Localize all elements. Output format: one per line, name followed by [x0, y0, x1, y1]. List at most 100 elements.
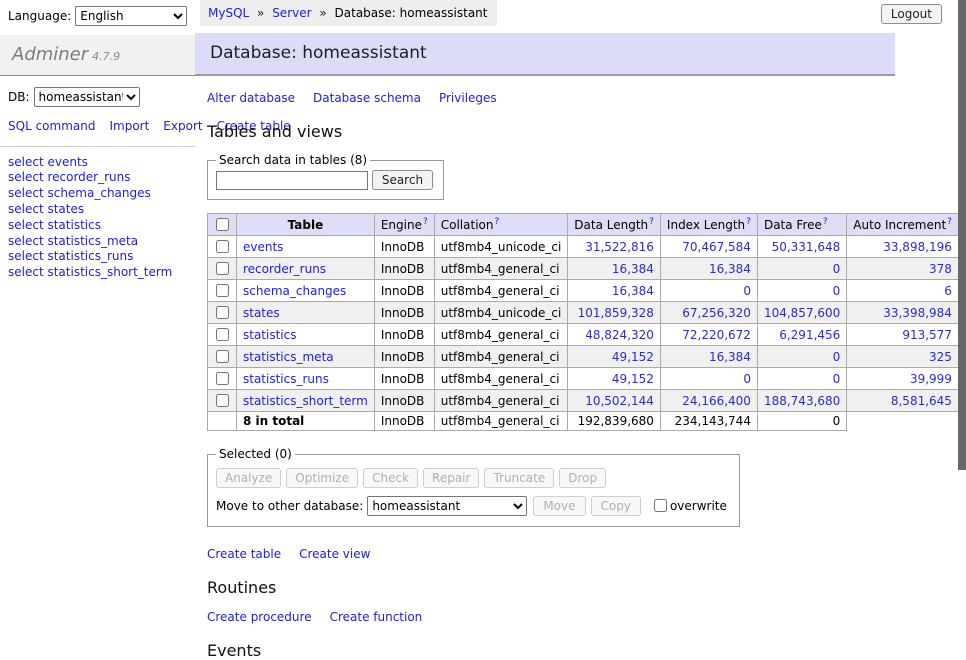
index-length-value[interactable]: 67,256,320: [682, 306, 751, 320]
breadcrumb-link-mysql[interactable]: MySQL: [208, 6, 249, 20]
engine-cell: InnoDB: [374, 302, 434, 324]
data-free-value[interactable]: 0: [833, 350, 841, 364]
auto-increment-value[interactable]: 6: [944, 284, 952, 298]
column-help-link[interactable]: ?: [649, 217, 654, 227]
row-checkbox[interactable]: [216, 240, 229, 253]
analyze-button[interactable]: Analyze: [216, 468, 281, 488]
sidebar-action-sql-command[interactable]: SQL command: [8, 119, 95, 133]
sidebar-link-select-recorder-runs[interactable]: select recorder_runs: [8, 170, 131, 184]
row-checkbox-cell: [208, 346, 237, 368]
row-checkbox[interactable]: [216, 262, 229, 275]
sidebar-link-select-statistics-meta[interactable]: select statistics_meta: [8, 234, 138, 248]
data-free-value[interactable]: 6,291,456: [779, 328, 840, 342]
truncate-button[interactable]: Truncate: [484, 468, 554, 488]
logout-button[interactable]: Logout: [881, 4, 942, 24]
column-help-link[interactable]: ?: [746, 217, 751, 227]
data-length-value[interactable]: 31,522,816: [585, 240, 654, 254]
auto-increment-value[interactable]: 33,898,196: [883, 240, 952, 254]
auto-increment-value[interactable]: 33,398,984: [883, 306, 952, 320]
data-free-value[interactable]: 188,743,680: [764, 394, 840, 408]
sidebar-link-select-statistics[interactable]: select statistics: [8, 218, 101, 232]
index-length-value[interactable]: 0: [743, 284, 751, 298]
link-create-function[interactable]: Create function: [330, 610, 423, 624]
auto-increment-value[interactable]: 913,577: [902, 328, 952, 342]
data-length-cell: 16,384: [568, 258, 661, 280]
link-create-procedure[interactable]: Create procedure: [207, 610, 312, 624]
row-checkbox[interactable]: [216, 306, 229, 319]
db-link-database-schema[interactable]: Database schema: [313, 91, 421, 105]
table-link-statistics[interactable]: statistics: [243, 328, 297, 342]
data-free-value[interactable]: 0: [833, 372, 841, 386]
column-help-link[interactable]: ?: [494, 217, 499, 227]
engine-cell: InnoDB: [374, 280, 434, 302]
row-checkbox[interactable]: [216, 284, 229, 297]
index-length-value[interactable]: 0: [743, 372, 751, 386]
data-free-value[interactable]: 104,857,600: [764, 306, 840, 320]
breadcrumb-link-server[interactable]: Server: [272, 6, 311, 20]
move-database-select[interactable]: homeassistant: [367, 496, 527, 516]
table-link-states[interactable]: states: [243, 306, 280, 320]
table-link-statistics-short-term[interactable]: statistics_short_term: [243, 394, 368, 408]
sidebar-action-import[interactable]: Import: [109, 119, 149, 133]
column-help-link[interactable]: ?: [947, 217, 952, 227]
column-header-label[interactable]: Table: [288, 218, 324, 232]
data-length-value[interactable]: 16,384: [612, 284, 654, 298]
data-length-value[interactable]: 10,502,144: [585, 394, 654, 408]
data-length-value[interactable]: 49,152: [612, 350, 654, 364]
move-button[interactable]: Move: [533, 496, 585, 516]
index-length-value[interactable]: 16,384: [709, 350, 751, 364]
check-button[interactable]: Check: [363, 468, 418, 488]
data-free-value[interactable]: 50,331,648: [772, 240, 841, 254]
sidebar-link-select-schema-changes[interactable]: select schema_changes: [8, 186, 151, 200]
link-create-view[interactable]: Create view: [299, 547, 370, 561]
row-checkbox[interactable]: [216, 328, 229, 341]
table-link-events[interactable]: events: [243, 240, 283, 254]
db-select[interactable]: homeassistant: [34, 87, 140, 107]
sidebar-link-select-events[interactable]: select events: [8, 155, 88, 169]
sidebar-link-select-states[interactable]: select states: [8, 202, 84, 216]
data-length-value[interactable]: 16,384: [612, 262, 654, 276]
select-all-checkbox[interactable]: [216, 218, 229, 231]
table-link-recorder-runs[interactable]: recorder_runs: [243, 262, 326, 276]
index-length-value[interactable]: 70,467,584: [682, 240, 751, 254]
index-length-value[interactable]: 24,166,400: [682, 394, 751, 408]
data-length-value[interactable]: 48,824,320: [585, 328, 654, 342]
row-checkbox[interactable]: [216, 394, 229, 407]
engine-cell: InnoDB: [374, 346, 434, 368]
data-free-value[interactable]: 0: [833, 284, 841, 298]
language-select[interactable]: English: [75, 6, 187, 26]
data-length-value[interactable]: 101,859,328: [578, 306, 654, 320]
row-checkbox[interactable]: [216, 372, 229, 385]
overwrite-checkbox[interactable]: [654, 499, 667, 512]
auto-increment-value[interactable]: 325: [929, 350, 952, 364]
search-button[interactable]: Search: [372, 170, 433, 190]
data-length-value[interactable]: 49,152: [612, 372, 654, 386]
index-length-cell: 0: [660, 280, 757, 302]
table-link-statistics-meta[interactable]: statistics_meta: [243, 350, 334, 364]
data-free-value[interactable]: 0: [833, 262, 841, 276]
index-length-value[interactable]: 16,384: [709, 262, 751, 276]
scrollbar-thumb[interactable]: [958, 0, 966, 470]
tables-heading: Tables and views: [207, 122, 958, 141]
copy-button[interactable]: Copy: [591, 496, 641, 516]
column-help-link[interactable]: ?: [423, 217, 428, 227]
index-length-cell: 24,166,400: [660, 390, 757, 412]
table-link-schema-changes[interactable]: schema_changes: [243, 284, 346, 298]
sidebar-link-select-statistics-short-term[interactable]: select statistics_short_term: [8, 265, 172, 279]
sidebar-link-select-statistics-runs[interactable]: select statistics_runs: [8, 249, 133, 263]
table-link-statistics-runs[interactable]: statistics_runs: [243, 372, 329, 386]
index-length-value[interactable]: 72,220,672: [682, 328, 751, 342]
repair-button[interactable]: Repair: [423, 468, 479, 488]
row-checkbox[interactable]: [216, 350, 229, 363]
link-create-table[interactable]: Create table: [207, 547, 281, 561]
db-link-alter-database[interactable]: Alter database: [207, 91, 295, 105]
scrollbar-track[interactable]: [958, 0, 966, 543]
auto-increment-value[interactable]: 378: [929, 262, 952, 276]
auto-increment-value[interactable]: 8,581,645: [891, 394, 952, 408]
db-link-privileges[interactable]: Privileges: [439, 91, 497, 105]
drop-button[interactable]: Drop: [559, 468, 606, 488]
search-input[interactable]: [216, 171, 368, 190]
column-help-link[interactable]: ?: [823, 217, 828, 227]
auto-increment-value[interactable]: 39,999: [910, 372, 952, 386]
optimize-button[interactable]: Optimize: [286, 468, 358, 488]
